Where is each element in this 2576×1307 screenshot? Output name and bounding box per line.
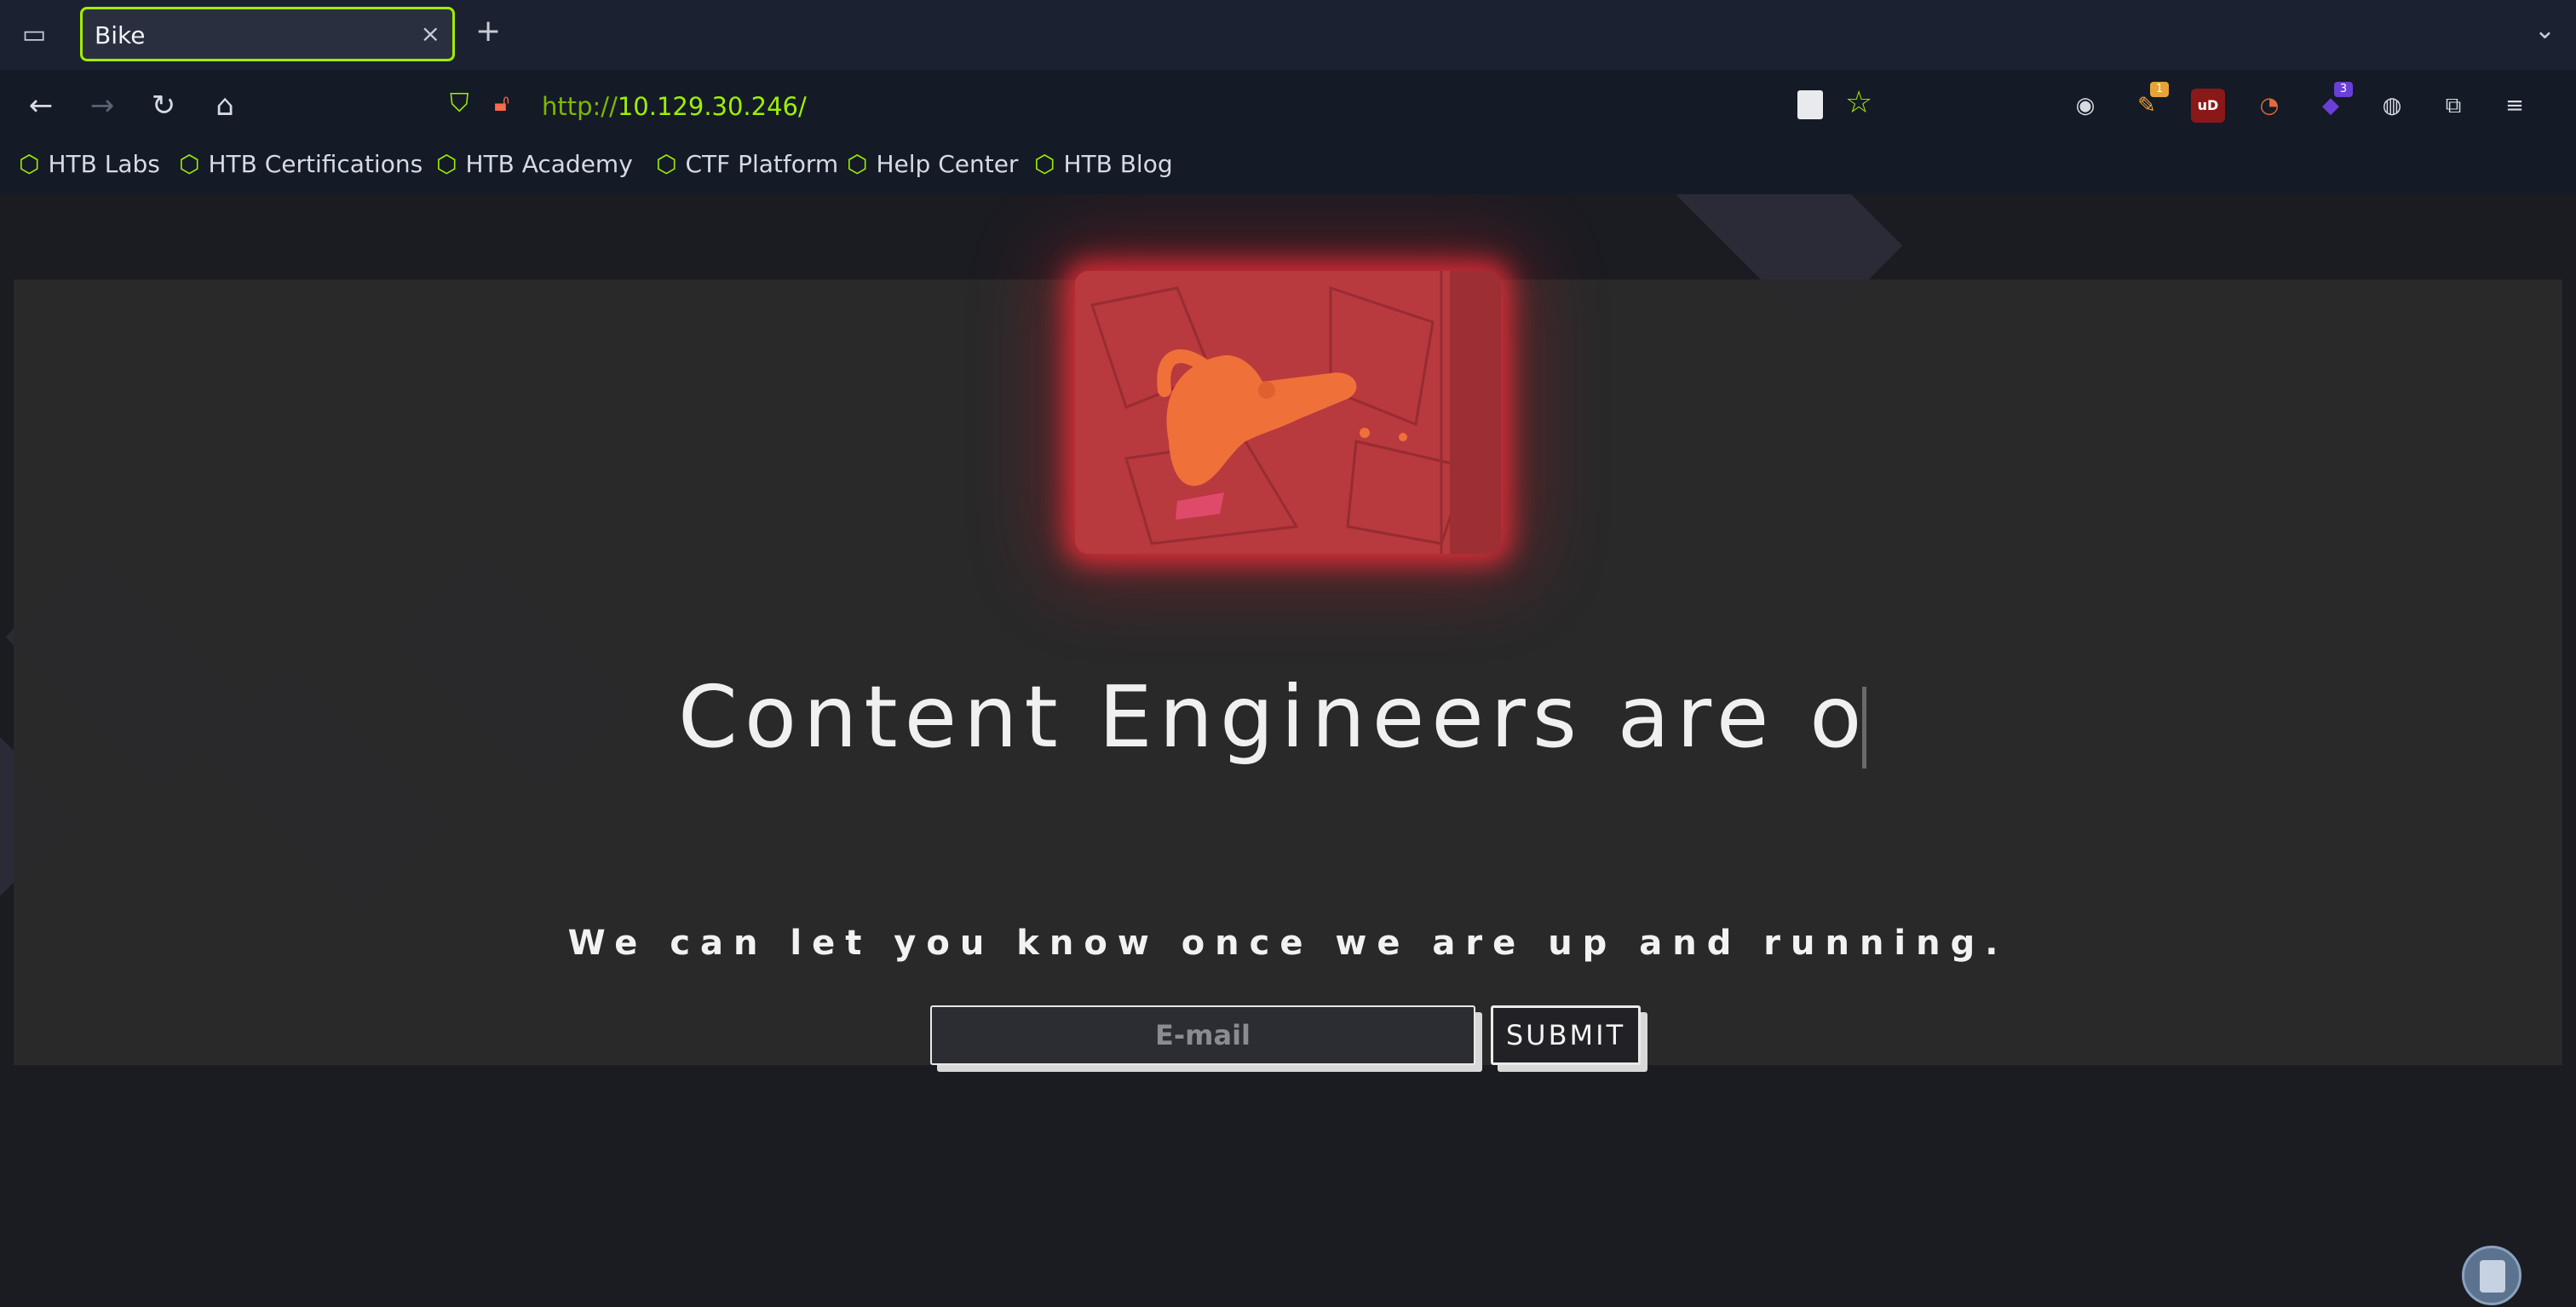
list-all-tabs-icon[interactable]: ⌄	[2534, 15, 2556, 45]
bookmark-label: Help Center	[876, 150, 1019, 178]
web-page: Content Engineers are o We can let you k…	[0, 194, 2576, 1307]
bookmark-item[interactable]: ⬡ CTF Platform	[656, 150, 838, 178]
hero-image	[1075, 271, 1501, 554]
insecure-lock-icon[interactable]: 🔓︎	[494, 89, 509, 118]
cube-icon: ⬡	[847, 150, 868, 178]
account-icon[interactable]: ◉	[2068, 89, 2102, 123]
ublock-origin-icon[interactable]: uD	[2191, 89, 2225, 123]
url-text[interactable]: http://10.129.30.246/	[542, 92, 807, 121]
extension-toolbar: ◉ ✎ 1 uD ◔ ◆ 3 ◍ ⧉ ≡	[2068, 82, 2559, 126]
reader-view-icon[interactable]	[1797, 90, 1823, 119]
typewriter-headline: Content Engineers are o	[678, 667, 1869, 767]
email-field[interactable]	[930, 1005, 1475, 1065]
cube-icon: ⬡	[19, 150, 40, 178]
cube-icon: ⬡	[656, 150, 677, 178]
bookmark-label: HTB Blog	[1063, 150, 1173, 178]
cookie-icon[interactable]: ◍	[2375, 89, 2409, 123]
tab-bar: ▭ Bike × + ⌄	[0, 0, 2576, 70]
bookmark-item[interactable]: ⬡ HTB Academy	[436, 150, 633, 178]
shield-icon[interactable]: ⛉	[450, 89, 469, 118]
address-bar[interactable]: ⛉ 🔓︎ http://10.129.30.246/ ☆	[443, 83, 1925, 128]
url-scheme: http://	[542, 92, 618, 121]
cube-icon: ⬡	[179, 150, 200, 178]
cube-icon: ⬡	[1034, 150, 1055, 178]
cube-icon: ⬡	[436, 150, 457, 178]
bookmark-label: HTB Certifications	[208, 150, 423, 178]
bookmark-label: HTB Labs	[48, 150, 160, 178]
url-host: 10.129.30.246/	[617, 92, 807, 121]
bookmark-star-icon[interactable]: ☆	[1845, 85, 1872, 120]
reload-icon[interactable]: ↻	[145, 87, 182, 124]
back-icon[interactable]: ←	[22, 87, 60, 124]
tab-list-icon[interactable]: ▭	[17, 19, 51, 51]
extension-orange-icon[interactable]: ✎ 1	[2130, 82, 2169, 123]
navigation-bar: ← → ↻ ⌂ ⛉ 🔓︎ http://10.129.30.246/ ☆ ◉ ✎ 1…	[0, 70, 2576, 140]
extension-badge: 3	[2334, 82, 2353, 97]
extension-badge: 1	[2150, 82, 2169, 97]
tab-title: Bike	[95, 21, 146, 49]
typing-caret	[1862, 687, 1866, 769]
bookmark-label: CTF Platform	[685, 150, 839, 178]
tab-close-icon[interactable]: ×	[421, 20, 440, 48]
home-icon[interactable]: ⌂	[206, 87, 244, 124]
extensions-puzzle-icon[interactable]: ⧉	[2436, 89, 2470, 123]
bookmark-item[interactable]: ⬡ HTB Labs	[19, 150, 160, 178]
bookmark-item[interactable]: ⬡ HTB Blog	[1034, 150, 1173, 178]
clipboard-glyph	[2480, 1260, 2505, 1293]
active-tab[interactable]: Bike ×	[80, 7, 455, 61]
submit-button[interactable]: SUBMIT	[1491, 1005, 1641, 1065]
bookmark-label: HTB Academy	[465, 150, 633, 178]
bookmarks-toolbar: ⬡ HTB Labs ⬡ HTB Certifications ⬡ HTB Academy…	[0, 140, 2576, 194]
subtitle: We can let you know once we are up and r…	[567, 924, 2009, 963]
bookmark-item[interactable]: ⬡ Help Center	[847, 150, 1018, 178]
extension-purple-icon[interactable]: ◆ 3	[2314, 82, 2353, 123]
clipboard-icon[interactable]	[2462, 1246, 2521, 1305]
forward-icon[interactable]: →	[83, 87, 121, 124]
bookmark-item[interactable]: ⬡ HTB Certifications	[179, 150, 423, 178]
app-menu-icon[interactable]: ≡	[2498, 89, 2532, 123]
new-tab-icon[interactable]: +	[475, 14, 501, 49]
extension-blocker-icon[interactable]: ◔	[2252, 89, 2286, 123]
